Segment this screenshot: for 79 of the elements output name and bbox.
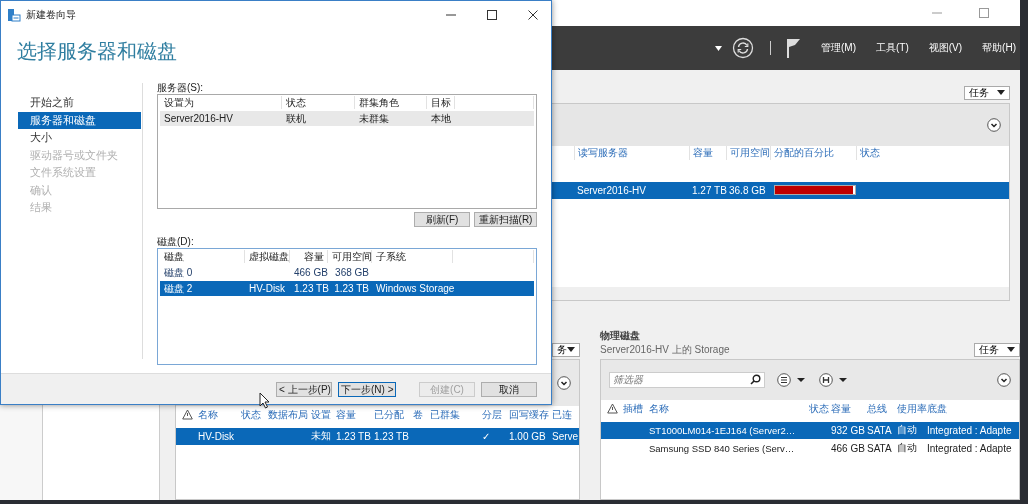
list-label: 磁盘(D): (157, 235, 195, 248)
disks-list[interactable]: 磁盘 虚拟磁盘 容量 可用空间 子系统 磁盘 0 466 GB 368 GB 磁盘 2 HV-Disk 1.23 TB 1.23 TB Windows Storage (157, 248, 537, 365)
servers-list[interactable]: 设置为 状态 群集角色 目标 Server2016-HV 联机 未群集 本地 (157, 94, 537, 209)
column-header[interactable]: 数据布局 (268, 407, 311, 422)
column-header[interactable]: 容量 (336, 407, 374, 422)
column-header[interactable]: 虚拟磁盘 (245, 250, 290, 263)
physical-disk-row[interactable]: Samsung SSD 840 Series (Serv… 466 GB SATA 自动 Integrated : Adapte (601, 439, 1019, 457)
server-row[interactable]: Server2016-HV 联机 未群集 本地 (160, 111, 534, 126)
wizard-button[interactable]: < 上一步(P) (276, 381, 332, 397)
caret-icon (997, 90, 1005, 96)
wizard-step[interactable]: 大小 (18, 129, 141, 147)
disk-row[interactable]: 磁盘 0 466 GB 368 GB (160, 265, 534, 280)
maximize-icon[interactable] (486, 9, 498, 21)
column-header[interactable]: 子系统 (372, 250, 453, 263)
column-header[interactable]: 已连 (552, 407, 578, 422)
column-header[interactable]: 状态 (809, 401, 831, 416)
column-header[interactable]: 可用空间 (726, 146, 770, 161)
filter-field[interactable]: 筛选器 (609, 371, 765, 388)
warning-icon (606, 403, 618, 415)
column-header[interactable]: 容量 (831, 401, 867, 416)
column-header[interactable]: 分层 (482, 407, 509, 422)
menu-item[interactable]: 管理(M) (821, 41, 856, 55)
menu-item[interactable]: 帮助(H) (982, 41, 1016, 55)
tasks-button[interactable]: 任务 (974, 342, 1020, 357)
wizard-button[interactable]: 取消 (481, 381, 537, 397)
close-icon[interactable] (527, 9, 539, 21)
menu-item[interactable]: 工具(T) (876, 41, 909, 55)
wizard-step[interactable]: 开始之前 (18, 94, 141, 112)
wizard-step[interactable]: 服务器和磁盘 (18, 111, 141, 129)
warning-icon (181, 409, 193, 421)
list-button[interactable]: 重新扫描(R) (474, 212, 537, 227)
column-header[interactable]: 状态 (241, 407, 268, 422)
column-header[interactable]: 总线 (867, 401, 897, 416)
panel-title: 物理磁盘 (600, 328, 641, 343)
dropdown-icon[interactable] (715, 45, 722, 51)
panel-subtitle: Server2016-HV 上的 Storage (600, 342, 731, 357)
column-header[interactable]: 磁盘 (160, 250, 245, 263)
column-header[interactable]: 卷 (413, 407, 430, 422)
columns-icon[interactable] (819, 372, 849, 387)
column-header[interactable]: 分配的百分比 (770, 146, 856, 161)
chevron-down-icon[interactable] (987, 117, 1001, 132)
column-header[interactable]: 状态 (856, 146, 883, 161)
search-icon[interactable] (750, 374, 761, 386)
flag-icon[interactable] (787, 38, 801, 58)
disk-icon (7, 8, 21, 22)
column-header[interactable]: 群集角色 (355, 96, 427, 109)
column-header[interactable]: 已分配 (374, 407, 413, 422)
list-options-icon[interactable] (777, 372, 807, 387)
column-header[interactable]: 设置为 (160, 96, 282, 109)
column-header[interactable]: 容量 (689, 146, 726, 161)
column-header[interactable]: 回写缓存 (509, 407, 552, 422)
physical-disk-row[interactable]: ST1000LM014-1EJ164 (Server2… 932 GB SATA 自动 Integrated : Adapte (601, 421, 1019, 439)
column-header[interactable]: 可用空间 (328, 250, 372, 263)
column-header[interactable]: 读写服务器 (574, 146, 689, 161)
disk-row[interactable]: 磁盘 2 HV-Disk 1.23 TB 1.23 TB Windows Storage (160, 281, 534, 296)
column-header[interactable]: 插槽 (623, 401, 649, 416)
column-header[interactable]: 名称 (198, 407, 241, 422)
column-header[interactable]: 状态 (282, 96, 355, 109)
tasks-button[interactable]: 务 (552, 342, 580, 357)
window-title: 新建卷向导 (26, 8, 76, 22)
caret-icon (1007, 347, 1015, 353)
column-header[interactable]: 使用率 (897, 401, 927, 416)
column-header[interactable]: 名称 (649, 401, 809, 416)
list-button[interactable]: 刷新(F) (414, 212, 470, 227)
refresh-icon[interactable] (732, 37, 754, 59)
menu-item[interactable]: 视图(V) (928, 41, 963, 55)
column-header[interactable]: 目标 (427, 96, 455, 109)
chevron-down-icon[interactable] (997, 372, 1011, 387)
chevron-down-icon[interactable] (557, 375, 571, 390)
page-heading: 选择服务器和磁盘 (16, 38, 178, 64)
list-label: 服务器(S): (157, 81, 205, 94)
caret-icon (567, 347, 575, 353)
wizard-button[interactable]: 下一步(N) > (338, 381, 396, 397)
column-header[interactable]: 容量 (290, 250, 328, 263)
column-header[interactable]: 已群集 (430, 407, 482, 422)
tasks-button[interactable]: 任务 (964, 85, 1010, 100)
column-header[interactable]: 底盘 (927, 401, 1020, 416)
column-header[interactable]: 设置 (311, 407, 336, 422)
virtual-disk-row[interactable]: HV-Disk 未知 1.23 TB 1.23 TB ✓ 1.00 GB Serve (176, 427, 579, 445)
